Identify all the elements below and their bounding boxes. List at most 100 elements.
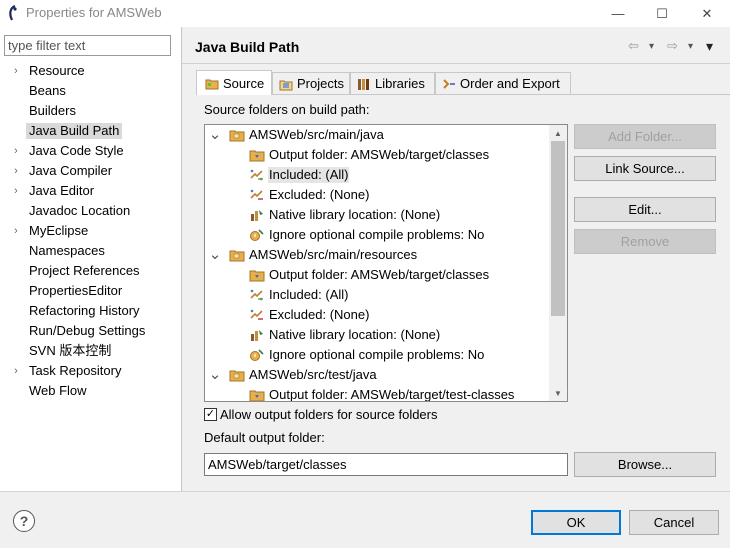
tree-attribute-node[interactable]: Included: (All) [205, 285, 551, 305]
chevron-right-icon[interactable]: › [10, 361, 22, 381]
nav-item[interactable]: PropertiesEditor [0, 281, 181, 301]
tree-node-label: AMSWeb/src/main/java [249, 127, 384, 142]
chevron-down-icon[interactable]: ⌄ [209, 365, 222, 385]
edit-button[interactable]: Edit... [574, 197, 716, 222]
scroll-down-icon[interactable]: ▼ [549, 385, 567, 401]
tab-label: Source [223, 75, 265, 91]
chevron-down-icon[interactable]: ⌄ [209, 245, 222, 265]
browse-button[interactable]: Browse... [574, 452, 716, 477]
nav-item[interactable]: Refactoring History [0, 301, 181, 321]
view-menu-button[interactable]: ▾ [706, 36, 713, 56]
chevron-down-icon: ▾ [649, 40, 655, 52]
source-folders-tree[interactable]: ⌄ AMSWeb/src/main/java Output folder: AMSW… [204, 124, 568, 402]
nav-item-label: Run/Debug Settings [29, 323, 146, 338]
cancel-button[interactable]: Cancel [629, 510, 719, 535]
nav-item-label: Java Compiler [29, 163, 113, 178]
nav-item[interactable]: Web Flow [0, 381, 181, 401]
chevron-right-icon[interactable]: › [10, 221, 22, 241]
tree-node-label: Excluded: (None) [269, 307, 370, 322]
forward-history-dropdown[interactable]: ▾ [688, 36, 693, 56]
header-divider [182, 63, 730, 64]
nav-item[interactable]: Run/Debug Settings [0, 321, 181, 341]
chevron-right-icon[interactable]: › [10, 161, 22, 181]
tree-attribute-node[interactable]: Excluded: (None) [205, 305, 551, 325]
nav-item-label: Builders [29, 103, 76, 118]
source-folders-label: Source folders on build path: [204, 102, 370, 117]
tree-node-label: Output folder: AMSWeb/target/classes [269, 147, 490, 162]
output-folder-icon [249, 148, 265, 162]
default-output-folder-label: Default output folder: [204, 430, 325, 445]
allow-output-folders-checkbox[interactable]: ✓ [204, 408, 217, 421]
nav-item-label: Java Editor [29, 183, 95, 198]
close-button[interactable]: ✕ [684, 0, 730, 27]
nav-item[interactable]: › Task Repository [0, 361, 181, 381]
tree-node-label: Included: (All) [268, 167, 350, 183]
tree-attribute-node[interactable]: Excluded: (None) [205, 185, 551, 205]
tree-folder-node[interactable]: ⌄ AMSWeb/src/main/resources [205, 245, 551, 265]
nav-item[interactable]: Namespaces [0, 241, 181, 261]
add-folder-button[interactable]: Add Folder... [574, 124, 716, 149]
eclipse-app-icon [9, 5, 17, 21]
link-source-button[interactable]: Link Source... [574, 156, 716, 181]
back-button[interactable]: ⇦ [628, 36, 639, 56]
back-history-dropdown[interactable]: ▾ [649, 36, 654, 56]
tab-projects[interactable]: Projects [272, 72, 350, 94]
chevron-right-icon[interactable]: › [10, 181, 22, 201]
tab-libraries[interactable]: Libraries [350, 72, 435, 94]
nav-item[interactable]: Beans [0, 81, 181, 101]
tree-node-label: Output folder: AMSWeb/target/test-classe… [269, 387, 515, 402]
tree-attribute-node[interactable]: Native library location: (None) [205, 325, 551, 345]
nav-item[interactable]: Builders [0, 101, 181, 121]
chevron-right-icon[interactable]: › [10, 141, 22, 161]
tree-attribute-node[interactable]: Ignore optional compile problems: No [205, 345, 551, 365]
default-output-folder-field[interactable] [204, 453, 568, 476]
page-title: Java Build Path [195, 39, 300, 55]
filter-input[interactable] [4, 35, 171, 56]
tree-folder-node[interactable]: ⌄ AMSWeb/src/test/java [205, 365, 551, 385]
tree-attribute-node[interactable]: Ignore optional compile problems: No [205, 225, 551, 245]
nav-item[interactable]: Javadoc Location [0, 201, 181, 221]
nav-item[interactable]: Project References [0, 261, 181, 281]
allow-output-folders-label[interactable]: Allow output folders for source folders [220, 407, 438, 422]
scrollbar-thumb[interactable] [551, 141, 565, 316]
chevron-right-icon[interactable]: › [10, 61, 22, 81]
tree-folder-node[interactable]: ⌄ AMSWeb/src/main/java [205, 125, 551, 145]
tree-attribute-node[interactable]: Output folder: AMSWeb/target/classes [205, 265, 551, 285]
tab-source[interactable]: Source [196, 70, 272, 95]
nav-item[interactable]: SVN 版本控制 [0, 341, 181, 361]
nav-item-label: MyEclipse [29, 223, 89, 238]
remove-button[interactable]: Remove [574, 229, 716, 254]
tree-node-label: AMSWeb/src/test/java [249, 367, 377, 382]
nav-item-label: Java Build Path [26, 123, 123, 139]
nav-item[interactable]: › Resource [0, 61, 181, 81]
nav-item[interactable]: › MyEclipse [0, 221, 181, 241]
ignore-problems-icon [249, 348, 265, 362]
ok-button[interactable]: OK [531, 510, 621, 535]
package-folder-icon [229, 248, 245, 262]
nav-item[interactable]: › Java Code Style [0, 141, 181, 161]
close-icon: ✕ [701, 5, 713, 21]
minimize-button[interactable]: — [595, 0, 641, 27]
tab-order-and-export[interactable]: Order and Export [435, 72, 571, 94]
tree-attribute-node[interactable]: Output folder: AMSWeb/target/classes [205, 145, 551, 165]
scroll-up-icon[interactable]: ▲ [549, 125, 567, 141]
maximize-button[interactable]: ☐ [639, 0, 685, 27]
chevron-down-icon[interactable]: ⌄ [209, 125, 222, 145]
tree-node-label: Included: (All) [269, 287, 349, 302]
tree-node-label: Output folder: AMSWeb/target/classes [269, 267, 490, 282]
tree-attribute-node[interactable]: Output folder: AMSWeb/target/test-classe… [205, 385, 551, 402]
nav-item[interactable]: › Java Compiler [0, 161, 181, 181]
minimize-icon: — [611, 6, 625, 21]
tree-attribute-node[interactable]: Included: (All) [205, 165, 551, 185]
tree-attribute-node[interactable]: Native library location: (None) [205, 205, 551, 225]
package-folder-icon [229, 368, 245, 382]
exclusion-filter-icon [249, 308, 265, 322]
tree-node-label: Excluded: (None) [269, 187, 370, 202]
nav-item[interactable]: Java Build Path [0, 121, 181, 141]
nav-item[interactable]: › Java Editor [0, 181, 181, 201]
tab-label: Libraries [375, 76, 425, 91]
forward-button[interactable]: ⇨ [667, 36, 678, 56]
help-icon[interactable]: ? [13, 510, 35, 532]
native-library-icon [249, 208, 265, 222]
tree-node-label: Ignore optional compile problems: No [269, 347, 485, 362]
